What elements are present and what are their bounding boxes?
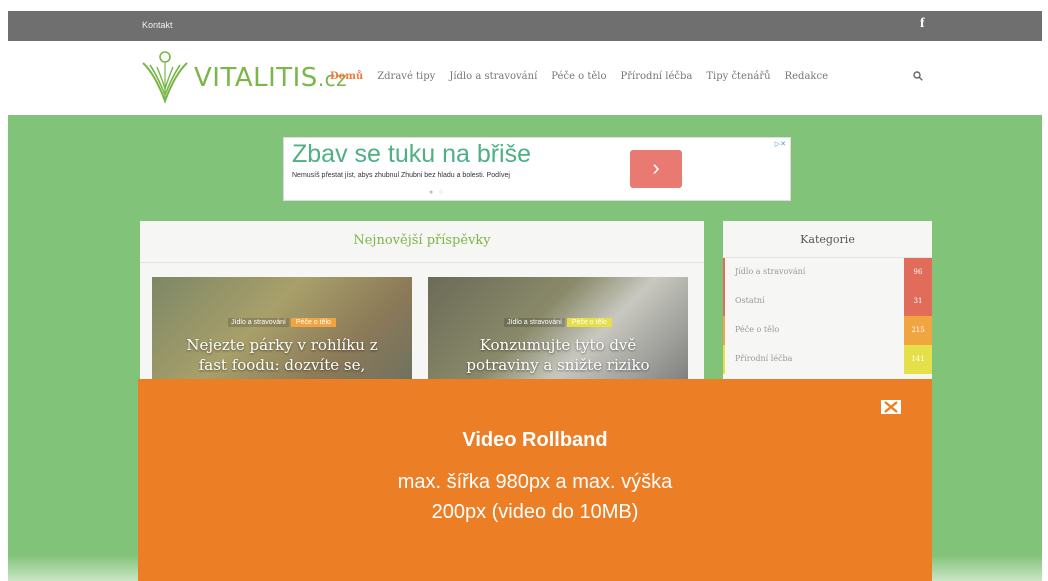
category-color-bar: [723, 258, 725, 287]
ad-arrow-button[interactable]: ›: [630, 150, 682, 188]
post-title[interactable]: Nejezte párky v rohlíku z fast foodu: do…: [152, 335, 412, 375]
post-title[interactable]: Konzumujte tyto dvě potraviny a snižte r…: [428, 335, 688, 375]
tag-body-care[interactable]: Péče o tělo: [566, 318, 612, 327]
category-label: Přírodní léčba: [735, 354, 793, 363]
categories-widget: Kategorie Jídlo a stravování 96 Ostatní …: [723, 221, 932, 381]
nav-item-editorial[interactable]: Redakce: [785, 71, 828, 82]
ad-choices-icon[interactable]: ▷✕: [775, 140, 786, 148]
latest-posts-section: Nejnovější příspěvky Jídlo a stravování …: [140, 221, 704, 397]
tag-food[interactable]: Jídlo a stravování: [228, 318, 289, 327]
nav-item-healthy-tips[interactable]: Zdravé tipy: [377, 71, 435, 82]
ad-title[interactable]: Zbav se tuku na břiše: [292, 140, 531, 169]
post-tags: Jídlo a stravování Péče o tělo: [428, 318, 688, 327]
tag-body-care[interactable]: Péče o tělo: [290, 318, 336, 327]
category-color-bar: [723, 345, 725, 374]
logo-main: VITALITIS: [194, 63, 318, 93]
post-title-line: potraviny a snižte riziko: [466, 356, 650, 374]
contact-link[interactable]: Kontakt: [142, 20, 173, 30]
post-title-line: Nejezte párky v rohlíku z: [186, 336, 378, 354]
post-title-line: fast foodu: dozvíte se,: [198, 356, 366, 374]
category-count: 96: [904, 258, 932, 287]
site-header: VITALITIS.cz Domů Zdravé tipy Jídlo a st…: [8, 41, 1042, 115]
tag-food[interactable]: Jídlo a stravování: [504, 318, 565, 327]
ad-description: Nemusíš přestat jíst, abys zhubnul Zhubn…: [292, 172, 510, 179]
top-bar: Kontakt f: [8, 11, 1042, 41]
category-label: Péče o tělo: [735, 325, 780, 334]
category-item[interactable]: Péče o tělo 215: [723, 316, 932, 345]
category-count: 141: [904, 345, 932, 374]
section-heading: Nejnovější příspěvky: [353, 233, 491, 248]
divider: [140, 262, 704, 263]
category-item[interactable]: Ostatní 31: [723, 287, 932, 316]
overlay-text-line: 200px (video do 10MB): [431, 501, 639, 523]
search-icon[interactable]: [913, 71, 923, 81]
overlay-title: Video Rollband: [462, 429, 608, 451]
category-item[interactable]: Přírodní léčba 141: [723, 345, 932, 374]
logo-icon[interactable]: [140, 49, 190, 107]
post-title-line: Konzumujte tyto dvě: [479, 336, 637, 354]
nav-item-body-care[interactable]: Péče o tělo: [551, 71, 606, 82]
category-color-bar: [723, 316, 725, 345]
nav-item-home[interactable]: Domů: [330, 71, 363, 82]
category-label: Ostatní: [735, 296, 765, 305]
ad-pagination-dots[interactable]: ● ○: [429, 189, 445, 196]
category-label: Jídlo a stravování: [735, 267, 806, 276]
ad-banner[interactable]: Zbav se tuku na břiše Nemusíš přestat jí…: [283, 137, 791, 201]
nav-item-natural-healing[interactable]: Přírodní léčba: [621, 71, 693, 82]
category-count: 215: [904, 316, 932, 345]
nav-item-reader-tips[interactable]: Tipy čtenářů: [706, 71, 770, 82]
facebook-icon[interactable]: f: [920, 16, 925, 32]
nav-item-food[interactable]: Jídlo a stravování: [449, 71, 537, 82]
video-rollband-overlay[interactable]: Video Rollband max. šířka 980px a max. v…: [138, 379, 932, 581]
category-count: 31: [904, 287, 932, 316]
post-tags: Jídlo a stravování Péče o tělo: [152, 318, 412, 327]
main-nav: Domů Zdravé tipy Jídlo a stravování Péče…: [330, 71, 828, 82]
overlay-text-line: max. šířka 980px a max. výška: [397, 471, 673, 493]
logo-text[interactable]: VITALITIS.cz: [194, 63, 347, 93]
category-color-bar: [723, 287, 725, 316]
category-item[interactable]: Jídlo a stravování 96: [723, 258, 932, 287]
close-icon[interactable]: [881, 400, 901, 414]
widget-heading: Kategorie: [800, 233, 855, 246]
